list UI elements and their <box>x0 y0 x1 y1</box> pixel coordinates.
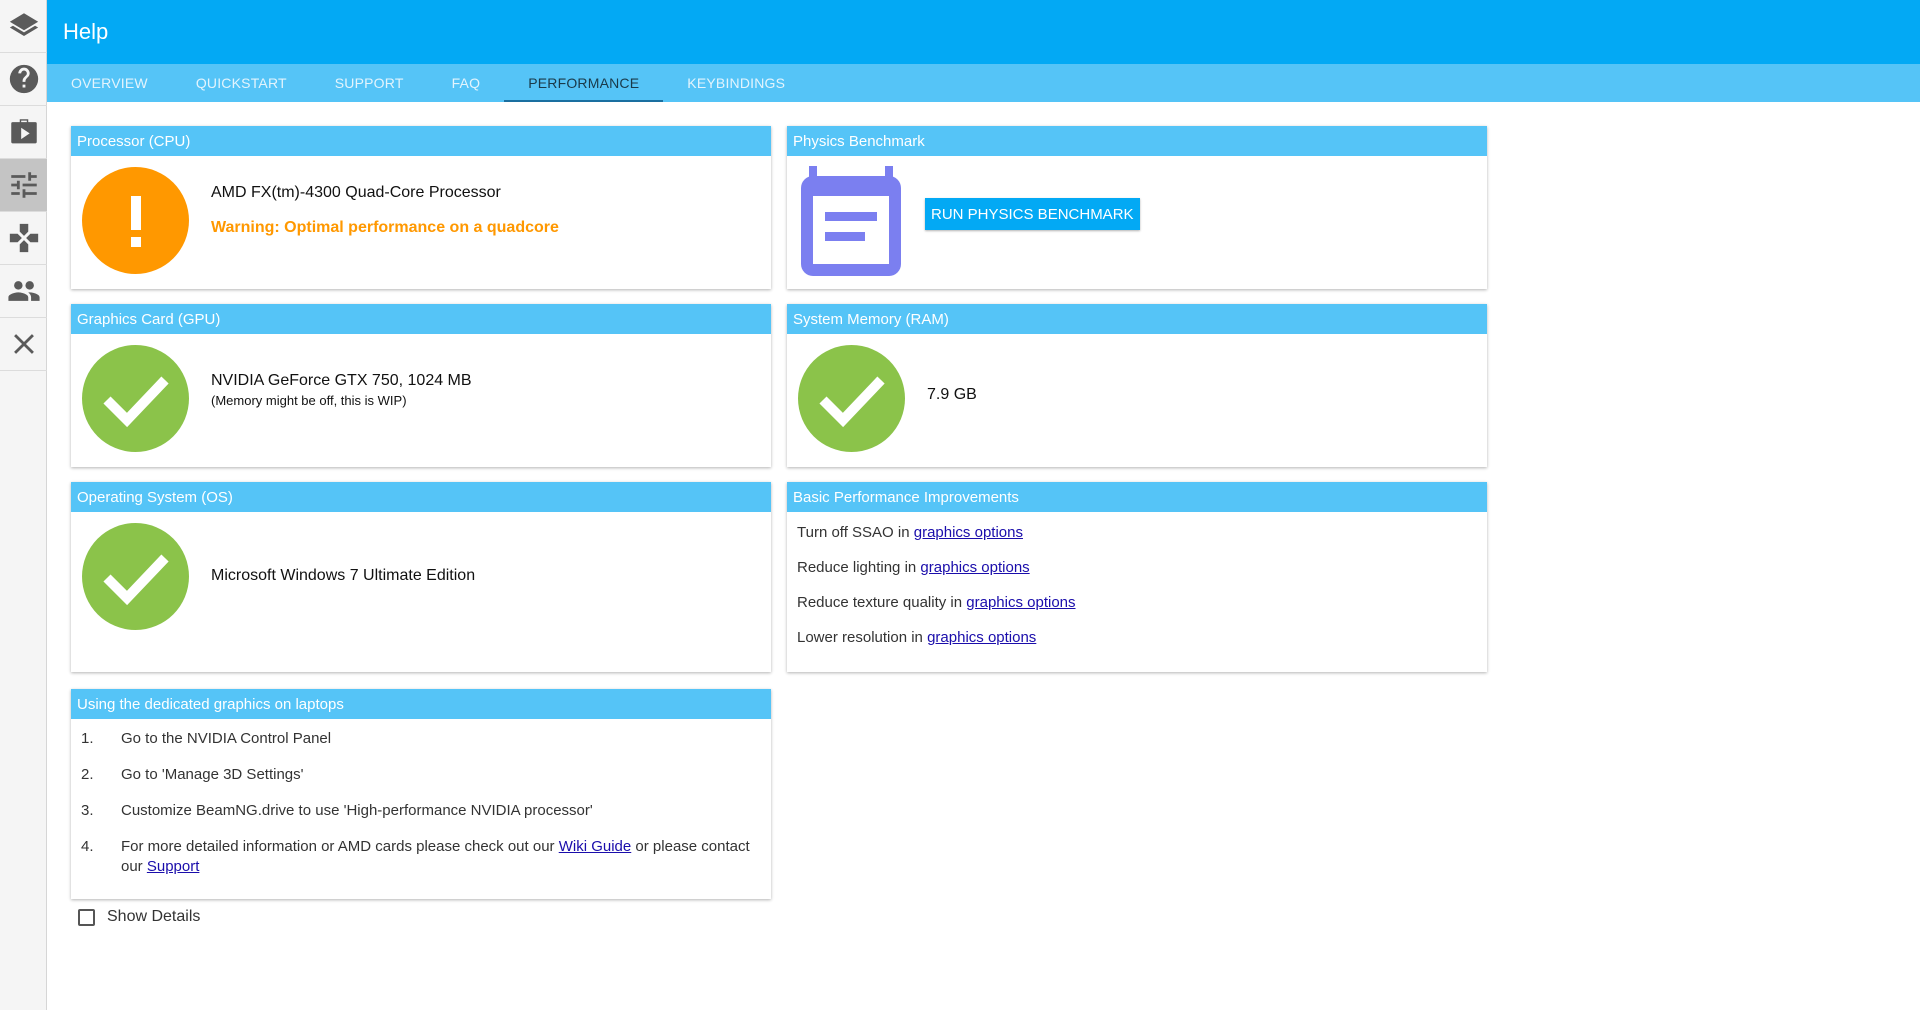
checkmark-icon <box>818 376 885 427</box>
close-icon <box>13 334 34 354</box>
sliders-icon <box>10 172 37 198</box>
gpu-memory-note: (Memory might be off, this is WIP) <box>211 393 407 408</box>
cpu-name: AMD FX(tm)-4300 Quad-Core Processor <box>211 184 501 201</box>
tip-ssao: Turn off SSAO in graphics options <box>797 524 1023 541</box>
ram-status-badge <box>798 345 905 452</box>
show-details-checkbox[interactable] <box>78 908 95 926</box>
gpu-card-header: Graphics Card (GPU) <box>71 304 771 334</box>
tab-overview[interactable]: OVERVIEW <box>47 64 172 102</box>
gpu-name: NVIDIA GeForce GTX 750, 1024 MB <box>211 372 472 389</box>
gpu-status-badge <box>82 345 189 452</box>
wiki-guide-link[interactable]: Wiki Guide <box>559 838 632 855</box>
sidebar <box>0 0 47 1010</box>
laptop-card-header: Using the dedicated graphics on laptops <box>71 689 771 719</box>
ram-card-header: System Memory (RAM) <box>787 304 1487 334</box>
ram-value: 7.9 GB <box>927 386 977 403</box>
list-item: 3. Customize BeamNG.drive to use 'High-p… <box>81 802 593 819</box>
tip-texture: Reduce texture quality in graphics optio… <box>797 594 1076 611</box>
graphics-options-link[interactable]: graphics options <box>966 594 1075 611</box>
show-details-toggle[interactable]: Show Details <box>78 908 200 926</box>
laptop-steps-list: 1. Go to the NVIDIA Control Panel 2. Go … <box>81 729 761 893</box>
people-icon <box>7 281 40 301</box>
list-item: 4. For more detailed information or AMD … <box>81 838 750 875</box>
page-title: Help <box>63 19 109 44</box>
improvements-card-header: Basic Performance Improvements <box>787 482 1487 512</box>
os-name: Microsoft Windows 7 Ultimate Edition <box>211 567 476 584</box>
sidebar-item-close[interactable] <box>0 318 47 371</box>
tab-keybindings[interactable]: KEYBINDINGS <box>663 64 809 102</box>
graphics-options-link[interactable]: graphics options <box>920 559 1029 576</box>
tab-quickstart[interactable]: QUICKSTART <box>172 64 311 102</box>
app-bar: Help <box>47 0 1920 64</box>
checkmark-icon <box>102 376 169 427</box>
cpu-warning: Warning: Optimal performance on a quadco… <box>211 219 559 236</box>
tab-faq[interactable]: FAQ <box>428 64 505 102</box>
cpu-status-badge <box>82 167 189 274</box>
cpu-card-header: Processor (CPU) <box>71 126 771 156</box>
show-details-label: Show Details <box>107 908 201 925</box>
physics-card: Physics Benchmark RUN PHYSICS BENCHMARK <box>787 126 1487 289</box>
cpu-card: Processor (CPU) AMD FX(tm)-4300 Quad-Cor… <box>71 126 771 289</box>
os-status-badge <box>82 523 189 630</box>
gamepad-icon <box>9 223 38 253</box>
tab-bar: OVERVIEW QUICKSTART SUPPORT FAQ PERFORMA… <box>47 64 1920 102</box>
os-card: Operating System (OS) Microsoft Windows … <box>71 482 771 672</box>
sidebar-item-help[interactable] <box>0 53 47 106</box>
list-item: 2. Go to 'Manage 3D Settings' <box>81 766 304 783</box>
graphics-options-link[interactable]: graphics options <box>914 524 1023 541</box>
ram-card: System Memory (RAM) 7.9 GB <box>787 304 1487 467</box>
sidebar-item-settings[interactable] <box>0 159 47 212</box>
tab-performance[interactable]: PERFORMANCE <box>504 64 664 102</box>
run-physics-benchmark-button[interactable]: RUN PHYSICS BENCHMARK <box>925 198 1140 230</box>
sidebar-item-media[interactable] <box>0 106 47 159</box>
physics-card-header: Physics Benchmark <box>787 126 1487 156</box>
os-card-header: Operating System (OS) <box>71 482 771 512</box>
warning-exclamation-icon <box>130 195 141 247</box>
briefcase-play-icon <box>10 119 37 144</box>
sidebar-item-controls[interactable] <box>0 212 47 265</box>
list-item: 1. Go to the NVIDIA Control Panel <box>81 730 332 747</box>
graphics-options-link[interactable]: graphics options <box>927 629 1036 646</box>
tab-support[interactable]: SUPPORT <box>311 64 428 102</box>
sidebar-item-multiplayer[interactable] <box>0 265 47 318</box>
calendar-note-icon <box>801 166 901 276</box>
tip-resolution: Lower resolution in graphics options <box>797 629 1037 646</box>
laptop-card: Using the dedicated graphics on laptops … <box>71 689 771 899</box>
support-link[interactable]: Support <box>147 858 200 875</box>
improvements-card: Basic Performance Improvements Turn off … <box>787 482 1487 672</box>
tip-lighting: Reduce lighting in graphics options <box>797 559 1030 576</box>
layers-icon <box>9 13 38 37</box>
gpu-card: Graphics Card (GPU) NVIDIA GeForce GTX 7… <box>71 304 771 467</box>
checkmark-icon <box>102 554 169 605</box>
sidebar-item-layers[interactable] <box>0 0 47 53</box>
help-icon <box>9 64 38 94</box>
